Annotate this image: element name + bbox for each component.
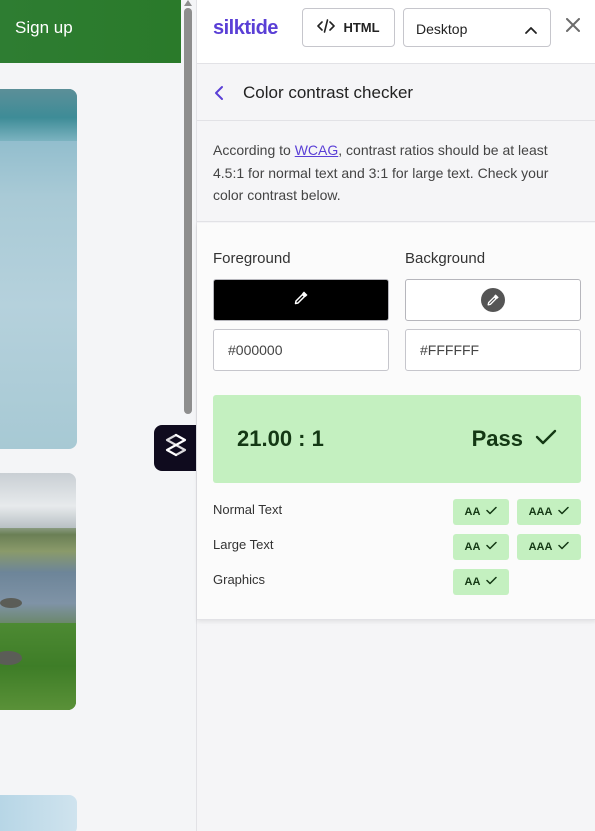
code-icon [317,19,336,36]
scrollbar-thumb[interactable] [184,8,192,414]
panel-titlebar: Color contrast checker [197,65,595,121]
scroll-up-icon[interactable] [184,0,192,6]
result-status: Pass [472,426,557,452]
background-page: Sign up [0,0,196,831]
contrast-checker: Foreground Background 21.00 : 1 [197,223,595,620]
html-button[interactable]: HTML [302,8,395,47]
eyedropper-icon[interactable] [293,290,309,311]
chevron-up-icon [524,22,538,40]
graphics-aa-badge: AA [453,569,509,595]
eyedropper-icon[interactable] [481,288,505,312]
badge-label: AA [464,506,481,518]
badge-label: AA [464,541,481,553]
badge-label: AAA [528,506,553,518]
large-text-aa-badge: AA [453,534,509,560]
intro-text: According to WCAG, contrast ratios shoul… [197,122,595,222]
foreground-swatch[interactable] [213,279,389,321]
badge-label: AA [464,576,481,588]
large-text-aaa-badge: AAA [517,534,581,560]
signup-link[interactable]: Sign up [15,18,73,38]
device-select-value: Desktop [416,21,468,37]
map-image[interactable] [0,795,77,831]
intro-prefix: According to [213,142,295,158]
check-icon [535,426,557,452]
panel-header: silktide HTML Desktop [197,0,595,64]
lake-image[interactable] [0,89,77,449]
contrast-ratio: 21.00 : 1 [237,426,324,451]
badge-label: AAA [528,541,553,553]
landscape-image[interactable] [0,473,76,710]
contrast-result: 21.00 : 1 Pass [213,395,581,483]
foreground-hex-input[interactable] [213,329,389,371]
background-swatch[interactable] [405,279,581,321]
page-scrollbar[interactable] [183,0,193,831]
row-label-large-text: Large Text [213,537,274,552]
accessibility-panel: silktide HTML Desktop Color contrast che… [196,0,595,831]
page-title: Color contrast checker [243,83,414,102]
check-icon [486,541,498,553]
toolbar-toggle-button[interactable] [154,425,198,471]
silktide-logo-icon [164,433,188,464]
status-text: Pass [471,426,523,451]
back-button[interactable] [213,85,225,106]
normal-text-aa-badge: AA [453,499,509,525]
background-label: Background [405,250,486,267]
html-button-label: HTML [343,20,380,35]
normal-text-aaa-badge: AAA [517,499,581,525]
foreground-label: Foreground [213,250,291,267]
check-icon [558,506,570,518]
row-label-graphics: Graphics [213,572,266,587]
device-select[interactable]: Desktop [403,8,551,47]
site-header: Sign up [0,0,181,63]
silktide-logo: silktide [213,17,278,39]
close-button[interactable] [563,17,583,37]
background-hex-input[interactable] [405,329,581,371]
row-label-normal-text: Normal Text [213,502,283,517]
check-icon [486,576,498,588]
check-icon [486,506,498,518]
close-icon [566,17,580,37]
check-icon [558,541,570,553]
wcag-link[interactable]: WCAG [295,142,339,158]
